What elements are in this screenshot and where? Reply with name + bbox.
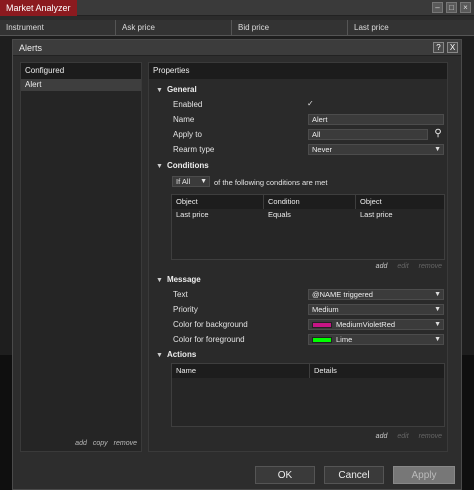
triangle-down-icon: ▼ (156, 163, 163, 170)
section-message[interactable]: ▼ Message (156, 275, 201, 284)
actions-links: add edit remove (376, 433, 442, 440)
list-item[interactable]: Alert (21, 79, 141, 91)
column-object-2[interactable]: Object (356, 195, 444, 209)
column-details[interactable]: Details (310, 364, 444, 378)
column-object[interactable]: Object (172, 195, 264, 209)
minimize-icon[interactable]: – (432, 2, 443, 13)
column-ask-price[interactable]: Ask price (116, 20, 232, 36)
grid-header: Name Details (172, 364, 444, 378)
rearm-type-select[interactable]: Never ▼ (308, 144, 444, 155)
chevron-down-icon: ▼ (434, 336, 441, 343)
color-swatch (312, 337, 332, 344)
color-swatch (312, 322, 332, 329)
market-analyzer-titlebar: Market Analyzer – □ × (0, 0, 474, 16)
chevron-down-icon: ▼ (434, 306, 441, 313)
column-last-price[interactable]: Last price (348, 20, 474, 36)
configured-header: Configured (21, 63, 141, 79)
triangle-down-icon: ▼ (156, 352, 163, 359)
chevron-down-icon: ▼ (434, 146, 441, 153)
table-row[interactable]: Last price Equals Last price (172, 209, 444, 221)
conditions-links: add edit remove (376, 263, 442, 270)
table-cell: Last price (176, 210, 209, 219)
actions-grid: Name Details (171, 363, 445, 427)
apply-to-label: Apply to (173, 130, 202, 139)
fg-color-value: Lime (336, 335, 353, 344)
market-analyzer-title: Market Analyzer (0, 0, 77, 16)
section-title: Message (166, 275, 201, 284)
chevron-down-icon: ▼ (434, 321, 441, 328)
message-text-value: @NAME triggered (312, 290, 373, 299)
configured-panel: Configured Alert add copy remove (20, 62, 142, 452)
conditions-grid: Object Condition Object Last price Equal… (171, 194, 445, 260)
properties-panel: Properties ▼ General Enabled ✓ Name Alert… (148, 62, 448, 452)
section-general[interactable]: ▼ General (156, 85, 197, 94)
properties-header: Properties (149, 63, 447, 79)
dialog-controls: ? X (433, 42, 458, 53)
alerts-titlebar: Alerts ? X (13, 40, 461, 56)
help-icon[interactable]: ? (433, 42, 444, 53)
checkmark-icon[interactable]: ✓ (307, 99, 314, 108)
name-field[interactable]: Alert (308, 114, 444, 125)
alerts-dialog: Alerts ? X Configured Alert add copy rem… (12, 39, 462, 490)
close-icon[interactable]: × (460, 2, 471, 13)
grid-header: Object Condition Object (172, 195, 444, 209)
add-link[interactable]: add (75, 440, 87, 447)
match-mode-select[interactable]: If All ▼ (172, 176, 210, 187)
section-title: Actions (166, 350, 197, 359)
close-icon[interactable]: X (447, 42, 458, 53)
bg-color-select[interactable]: MediumVioletRed ▼ (308, 319, 444, 330)
edit-link[interactable]: edit (397, 433, 408, 440)
maximize-icon[interactable]: □ (446, 2, 457, 13)
add-link[interactable]: add (376, 433, 388, 440)
cancel-button[interactable]: Cancel (324, 466, 384, 484)
column-condition[interactable]: Condition (264, 195, 356, 209)
match-mode-value: If All (176, 177, 191, 186)
section-conditions[interactable]: ▼ Conditions (156, 161, 209, 170)
copy-link[interactable]: copy (93, 440, 108, 447)
rearm-type-label: Rearm type (173, 145, 215, 154)
table-cell: Last price (360, 210, 393, 219)
enabled-label: Enabled (173, 100, 203, 109)
priority-label: Priority (173, 305, 198, 314)
apply-to-field[interactable]: All (308, 129, 428, 140)
chevron-down-icon: ▼ (434, 291, 441, 298)
column-instrument[interactable]: Instrument (0, 20, 116, 36)
name-label: Name (173, 115, 195, 124)
fg-color-label: Color for foreground (173, 335, 245, 344)
window-controls: – □ × (432, 2, 471, 13)
text-label: Text (173, 290, 188, 299)
dialog-title: Alerts (19, 43, 43, 53)
message-text-field[interactable]: @NAME triggered ▼ (308, 289, 444, 300)
remove-link[interactable]: remove (419, 433, 442, 440)
chevron-down-icon: ▼ (200, 178, 207, 185)
ok-button[interactable]: OK (255, 466, 315, 484)
priority-value: Medium (312, 305, 339, 314)
remove-link[interactable]: remove (419, 263, 442, 270)
bg-color-value: MediumVioletRed (336, 320, 396, 329)
rearm-type-value: Never (312, 145, 333, 154)
add-link[interactable]: add (376, 263, 388, 270)
configured-links: add copy remove (75, 440, 137, 447)
search-icon[interactable]: ⚲ (431, 128, 445, 140)
edit-link[interactable]: edit (397, 263, 408, 270)
triangle-down-icon: ▼ (156, 277, 163, 284)
fg-color-select[interactable]: Lime ▼ (308, 334, 444, 345)
section-actions[interactable]: ▼ Actions (156, 350, 196, 359)
section-title: Conditions (166, 161, 209, 170)
column-name[interactable]: Name (172, 364, 310, 378)
remove-link[interactable]: remove (114, 440, 137, 447)
table-cell: Equals (268, 210, 291, 219)
priority-select[interactable]: Medium ▼ (308, 304, 444, 315)
match-text: of the following conditions are met (214, 178, 328, 187)
triangle-down-icon: ▼ (156, 87, 163, 94)
section-title: General (166, 85, 197, 94)
apply-button[interactable]: Apply (393, 466, 455, 484)
market-analyzer-header: Instrument Ask price Bid price Last pric… (0, 20, 474, 36)
column-bid-price[interactable]: Bid price (232, 20, 348, 36)
bg-color-label: Color for background (173, 320, 248, 329)
